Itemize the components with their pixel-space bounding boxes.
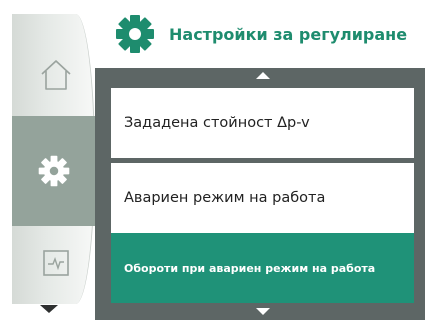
scroll-up-icon[interactable] (256, 72, 270, 79)
menu-panel: Зададена стойност Δp-v Авариен режим на … (95, 68, 425, 320)
sidebar-item-monitor[interactable] (20, 232, 92, 294)
menu-item-emergency-speed[interactable]: Обороти при авариен режим на работа (111, 233, 414, 303)
sidebar-item-home[interactable] (20, 44, 92, 106)
scroll-down-icon[interactable] (256, 308, 270, 315)
sidebar (0, 0, 95, 320)
sidebar-item-settings[interactable] (12, 116, 95, 226)
sidebar-scroll-down-icon[interactable] (40, 305, 58, 313)
gear-icon (116, 15, 154, 53)
menu-item-label: Обороти при авариен режим на работа (124, 261, 376, 275)
header: Настройки за регулиране (95, 0, 425, 68)
menu-item-label: Авариен режим на работа (124, 190, 326, 206)
menu-item-emergency-mode[interactable]: Авариен режим на работа (111, 163, 414, 233)
menu-item-label: Зададена стойност Δp-v (124, 115, 310, 131)
page-title: Настройки за регулиране (169, 24, 408, 44)
menu-item-setpoint[interactable]: Зададена стойност Δp-v (111, 88, 414, 158)
monitor-icon (43, 250, 69, 276)
gear-icon (38, 155, 70, 187)
home-icon (41, 60, 71, 90)
